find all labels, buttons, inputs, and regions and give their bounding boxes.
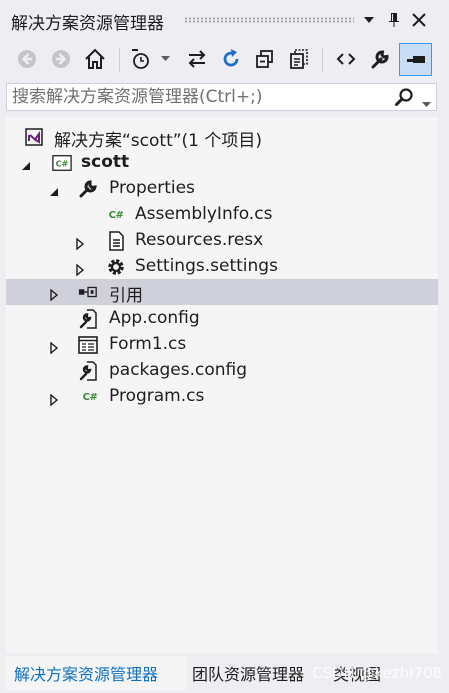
- gear-icon: [106, 257, 126, 277]
- tree-item-program[interactable]: C# Program.cs: [6, 384, 438, 410]
- back-icon[interactable]: [12, 44, 42, 74]
- windows-form-icon: [78, 335, 98, 355]
- pending-changes-filter-icon[interactable]: [128, 44, 158, 74]
- collapsed-arrow-icon[interactable]: [48, 391, 60, 407]
- tree-item-label: packages.config: [109, 360, 248, 380]
- tree-item-label: Properties: [109, 178, 195, 198]
- collapsed-arrow-icon[interactable]: [74, 235, 86, 251]
- tree-item-project[interactable]: C# scott: [6, 150, 438, 176]
- show-all-files-icon[interactable]: [284, 44, 314, 74]
- solution-tree: 解决方案“scott”(1 个项目) C# scott Properties C…: [6, 117, 438, 654]
- tree-item-packages-config[interactable]: packages.config: [6, 358, 438, 384]
- expanded-arrow-icon[interactable]: [48, 183, 60, 196]
- pin-icon[interactable]: [383, 8, 405, 32]
- tree-item-label: 引用: [109, 286, 143, 306]
- svg-text:C#: C#: [56, 159, 69, 169]
- expanded-arrow-icon[interactable]: [20, 157, 32, 170]
- toolbar-separator: [322, 48, 323, 72]
- tree-item-label: Resources.resx: [135, 230, 264, 250]
- wrench-icon: [78, 179, 98, 199]
- window-position-dropdown-icon[interactable]: [358, 8, 380, 32]
- toolbar-separator: [119, 48, 120, 72]
- tree-item-properties[interactable]: Properties: [6, 176, 438, 202]
- search-box[interactable]: [6, 83, 437, 111]
- tree-item-app-config[interactable]: App.config: [6, 306, 438, 332]
- csharp-file-icon: C#: [82, 391, 98, 403]
- tab-solution-explorer[interactable]: 解决方案资源管理器: [6, 656, 186, 690]
- tree-item-label: Program.cs: [109, 386, 205, 406]
- resource-file-icon: [106, 231, 126, 251]
- preview-selected-items-icon[interactable]: [399, 43, 432, 76]
- tree-item-label: App.config: [109, 308, 200, 328]
- csharp-project-icon: C#: [52, 153, 72, 173]
- toolbar: [0, 40, 449, 80]
- tree-item-label: Settings.settings: [135, 256, 278, 276]
- filter-dropdown-icon[interactable]: [158, 44, 172, 74]
- sync-icon[interactable]: [182, 44, 212, 74]
- panel-title-bar: 解决方案资源管理器: [0, 0, 449, 40]
- panel-title: 解决方案资源管理器: [11, 14, 164, 34]
- config-file-icon: [78, 361, 98, 381]
- home-icon[interactable]: [80, 44, 110, 74]
- solution-explorer-panel: 解决方案资源管理器 搜索解决方案资源管理器(Ctrl+;) 解决方案“scott…: [0, 0, 449, 693]
- tree-item-references[interactable]: 引用: [6, 279, 438, 306]
- search-options-dropdown-icon[interactable]: [422, 93, 431, 112]
- search-input[interactable]: [12, 86, 382, 108]
- search-icon[interactable]: [394, 87, 414, 111]
- collapsed-arrow-icon[interactable]: [74, 261, 86, 277]
- visual-studio-solution-icon: [24, 127, 44, 147]
- forward-icon[interactable]: [46, 44, 76, 74]
- tab-label: 解决方案资源管理器: [14, 665, 159, 684]
- collapsed-arrow-icon[interactable]: [48, 286, 60, 302]
- collapse-all-icon[interactable]: [250, 44, 280, 74]
- tree-item-form1[interactable]: Form1.cs: [6, 332, 438, 358]
- tree-item-label: Form1.cs: [109, 334, 187, 354]
- tab-team-explorer[interactable]: 团队资源管理器: [192, 656, 320, 690]
- view-code-icon[interactable]: [331, 44, 361, 74]
- tab-label: 团队资源管理器: [192, 665, 305, 684]
- refresh-icon[interactable]: [216, 44, 246, 74]
- tree-item-label: AssemblyInfo.cs: [135, 204, 273, 224]
- drag-grip[interactable]: [184, 17, 354, 23]
- tree-item-label: 解决方案“scott”(1 个项目): [54, 131, 263, 151]
- properties-icon[interactable]: [365, 44, 395, 74]
- references-icon: [78, 282, 98, 302]
- close-icon[interactable]: [408, 8, 430, 32]
- tree-item-label: scott: [81, 152, 130, 172]
- config-file-icon: [78, 309, 98, 329]
- csharp-file-icon: C#: [108, 209, 124, 221]
- watermark: CSDN @kezhi708: [312, 664, 443, 682]
- collapsed-arrow-icon[interactable]: [48, 339, 60, 355]
- tree-item-solution[interactable]: 解决方案“scott”(1 个项目): [6, 124, 438, 151]
- tree-item-assemblyinfo[interactable]: C# AssemblyInfo.cs: [6, 202, 438, 228]
- tree-item-resources[interactable]: Resources.resx: [6, 228, 438, 254]
- tree-item-settings[interactable]: Settings.settings: [6, 254, 438, 280]
